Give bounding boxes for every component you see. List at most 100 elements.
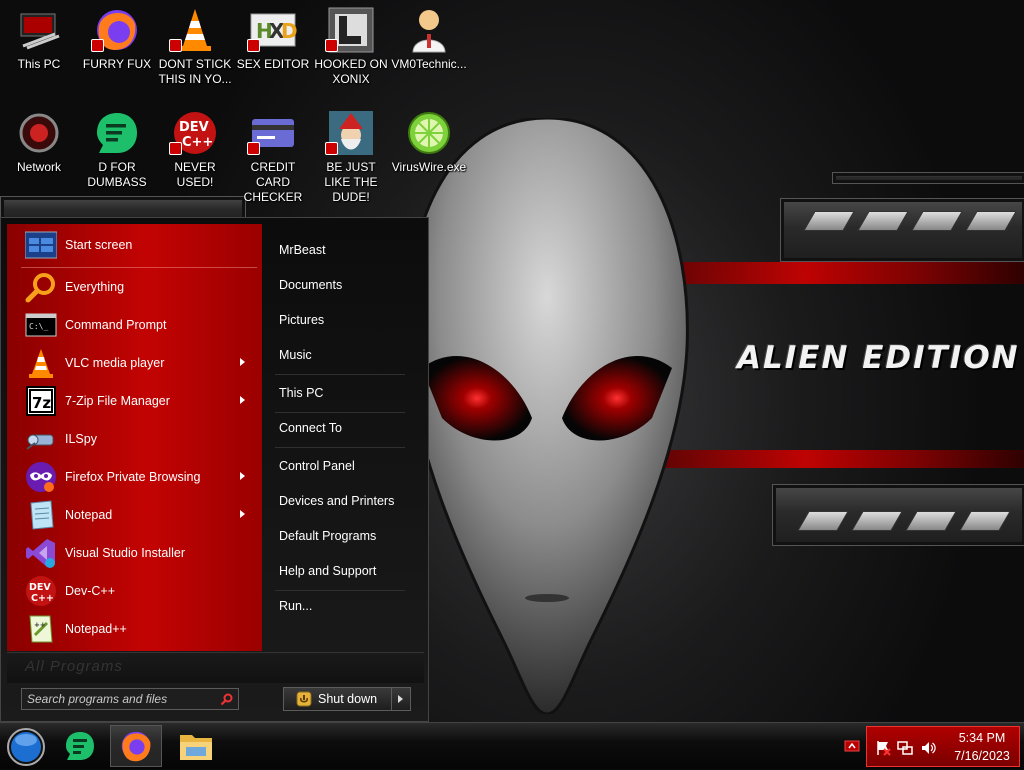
network-status-icon[interactable] (897, 740, 913, 756)
places-pane: MrBeast Documents Pictures Music This PC… (263, 224, 410, 651)
search-box[interactable] (21, 688, 239, 710)
hex-editor-icon: HXD (247, 6, 298, 54)
wallpaper-stripe (660, 450, 1024, 468)
svg-text:C:\_: C:\_ (29, 322, 48, 331)
separator (21, 267, 257, 268)
place-help-and-support[interactable]: Help and Support (279, 564, 376, 578)
volume-icon[interactable] (920, 740, 936, 756)
program-item-ilspy[interactable]: ILSpy (7, 421, 262, 457)
program-item-firefox-private[interactable]: Firefox Private Browsing (7, 459, 262, 495)
lime-icon (405, 109, 453, 157)
wallpaper-plate (832, 172, 1024, 184)
system-tray: 5:34 PM 7/16/2023 (866, 726, 1020, 767)
svg-text:7z: 7z (32, 394, 51, 412)
separator (275, 374, 405, 375)
7zip-icon: 7z (26, 386, 56, 416)
chevron-right-icon (398, 695, 403, 703)
wallpaper-plate (772, 484, 1024, 546)
devcpp-icon: DEVC++ (169, 109, 219, 157)
firefox-icon (91, 6, 141, 54)
place-this-pc[interactable]: This PC (279, 386, 323, 400)
credit-card-icon (247, 109, 297, 157)
firefox-icon (121, 731, 151, 762)
place-pictures[interactable]: Pictures (279, 313, 324, 327)
action-center-flag-icon[interactable] (875, 740, 891, 756)
desktop-icon-furry-fux[interactable]: FURRY FUX (78, 6, 156, 72)
desktop-icon-credit-card-checker[interactable]: CREDIT CARD CHECKER (234, 109, 312, 205)
program-item-notepad[interactable]: Notepad (7, 497, 262, 533)
orb-icon (7, 728, 45, 766)
computer-icon (15, 6, 63, 54)
place-run[interactable]: Run... (279, 599, 312, 613)
start-button[interactable] (0, 725, 52, 767)
notepad-icon (30, 500, 54, 530)
svg-text:DEV: DEV (29, 582, 51, 593)
magnifier-icon (25, 273, 55, 303)
start-menu: Start screen Everything C:\_ Command Pro… (0, 217, 429, 722)
desktop-icon-be-just-like-the-dude[interactable]: BE JUST LIKE THE DUDE! (312, 109, 390, 205)
clock-time[interactable]: 5:34 PM (947, 731, 1017, 745)
desktop-icon-hooked-on-xonix[interactable]: HOOKED ON XONIX (312, 6, 390, 87)
start-screen-icon (25, 231, 57, 259)
wallpaper-title: ALIEN EDITION 201 (737, 340, 1024, 376)
all-programs-button[interactable]: All Programs (7, 652, 424, 683)
shutdown-button[interactable]: Shut down (283, 687, 392, 711)
traffic-cone-icon (29, 349, 53, 378)
chat-bubble-icon (93, 109, 141, 157)
program-item-command-prompt[interactable]: C:\_ Command Prompt (7, 307, 262, 343)
program-item-everything[interactable]: Everything (7, 269, 262, 305)
alien-head-graphic (405, 118, 689, 714)
network-icon (15, 109, 63, 157)
start-screen-item[interactable]: Start screen (7, 227, 262, 263)
console-icon: C:\_ (25, 313, 57, 337)
desktop-icon-sex-editor[interactable]: HXD SEX EDITOR (234, 6, 312, 72)
place-default-programs[interactable]: Default Programs (279, 529, 376, 543)
shield-icon (296, 691, 312, 707)
desktop-icon-viruswire[interactable]: VirusWire.exe (390, 109, 468, 175)
desktop-icon-d-for-dumbass[interactable]: D FOR DUMBASS (78, 109, 156, 190)
program-item-vlc[interactable]: VLC media player (7, 345, 262, 381)
desktop-icon-this-pc[interactable]: This PC (0, 6, 78, 72)
show-hidden-icons-icon[interactable] (844, 739, 860, 753)
search-input[interactable] (27, 692, 212, 706)
taskbar-chat-app[interactable] (54, 725, 106, 767)
notepadpp-icon: ++ (29, 615, 53, 643)
desktop-icon-never-used[interactable]: DEV C++ NEVER USED! (156, 109, 234, 190)
separator (275, 447, 405, 448)
taskbar-firefox[interactable] (110, 725, 162, 767)
clock-date[interactable]: 7/16/2023 (947, 749, 1017, 763)
shutdown-options-button[interactable] (391, 687, 411, 711)
separator (275, 590, 405, 591)
wallpaper-stripe (660, 262, 1024, 284)
search-icon[interactable] (220, 693, 233, 706)
traffic-cone-icon (169, 6, 219, 54)
ilspy-icon (26, 434, 54, 450)
gnome-santa-icon (325, 109, 375, 157)
submenu-arrow-icon (240, 472, 245, 480)
desktop-icon-dont-stick[interactable]: DONT STICK THIS IN YO... (156, 6, 234, 87)
program-item-devcpp[interactable]: DEV C++ Dev-C++ (7, 573, 262, 609)
place-devices-and-printers[interactable]: Devices and Printers (279, 494, 394, 508)
svg-text:C++: C++ (31, 593, 54, 604)
place-connect-to[interactable]: Connect To (279, 421, 342, 435)
place-documents[interactable]: Documents (279, 278, 342, 292)
place-music[interactable]: Music (279, 348, 312, 362)
desktop-icon-network[interactable]: Network (0, 109, 78, 175)
place-mrbeast[interactable]: MrBeast (279, 243, 326, 257)
program-item-notepadpp[interactable]: ++ Notepad++ (7, 611, 262, 647)
program-item-visual-studio-installer[interactable]: Visual Studio Installer (7, 535, 262, 571)
devcpp-icon: DEVC++ (26, 576, 56, 606)
program-item-7zip[interactable]: 7z 7-Zip File Manager (7, 383, 262, 419)
chat-bubble-icon (66, 732, 94, 760)
svg-text:C++: C++ (182, 135, 213, 150)
svg-text:DEV: DEV (179, 120, 209, 135)
technician-icon (405, 6, 453, 54)
separator (275, 412, 405, 413)
private-mask-icon (26, 462, 56, 492)
submenu-arrow-icon (240, 510, 245, 518)
desktop-icon-vm0technic[interactable]: VM0Technic... (390, 6, 468, 72)
folder-icon (180, 735, 212, 760)
wallpaper-plate (780, 198, 1024, 262)
place-control-panel[interactable]: Control Panel (279, 459, 355, 473)
taskbar-file-explorer[interactable] (170, 725, 222, 767)
